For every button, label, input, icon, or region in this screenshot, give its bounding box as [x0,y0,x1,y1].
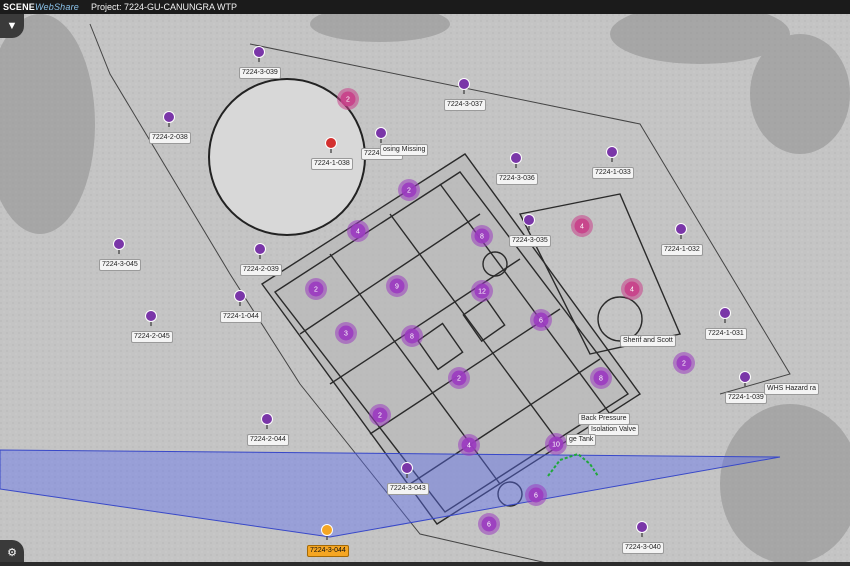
cluster-marker[interactable]: 8 [401,325,423,347]
annotation-label[interactable]: Sherif and Scott [620,335,676,347]
pin-label[interactable]: 7224-1-039 [725,392,767,404]
cluster-count: 6 [534,493,538,500]
pin-label[interactable]: 7224-3-035 [509,235,551,247]
cluster-count: 9 [395,284,399,291]
pin-label[interactable]: 7224-1-033 [592,167,634,179]
cluster-count: 10 [552,442,560,449]
pin-label[interactable]: 7224-2-045 [131,331,173,343]
annotation-label[interactable]: WHS Hazard ra [764,383,820,395]
cluster-count: 6 [487,522,491,529]
pin-label[interactable]: 7224-3-045 [99,259,141,271]
cluster-marker[interactable]: 8 [590,367,612,389]
cluster-count: 3 [344,331,348,338]
cluster-count: 12 [478,289,486,296]
title-bar: SCENEWebShare Project: 7224-GU-CANUNGRA … [0,0,850,14]
cluster-count: 4 [580,224,584,231]
pin-label[interactable]: 7224-2-044 [247,434,289,446]
cluster-marker[interactable]: 6 [478,513,500,535]
pin-label[interactable]: 7224-1-032 [661,244,703,256]
filter-button[interactable]: ▼ [0,14,24,38]
pin-label[interactable]: 7224-2-038 [149,132,191,144]
cluster-marker[interactable]: 8 [471,225,493,247]
pin-label[interactable]: 7224-3-044 [307,545,349,557]
cluster-marker[interactable]: 9 [386,275,408,297]
pin-label[interactable]: 7224-3-039 [239,67,281,79]
cluster-count: 2 [314,287,318,294]
cluster-count: 2 [457,376,461,383]
cluster-count: 2 [407,188,411,195]
cluster-marker[interactable]: 4 [347,220,369,242]
annotation-label[interactable]: osing Missing [380,144,429,156]
cluster-marker[interactable]: 3 [335,322,357,344]
bottom-toolbar [0,562,850,566]
cluster-marker[interactable]: 2 [305,278,327,300]
cluster-count: 4 [467,443,471,450]
cluster-marker[interactable]: 2 [398,179,420,201]
pin-label[interactable]: 7224-2-039 [240,264,282,276]
cluster-marker[interactable]: 2 [369,404,391,426]
cluster-count: 4 [356,229,360,236]
cluster-marker[interactable]: 6 [525,484,547,506]
cluster-count: 2 [682,361,686,368]
cluster-count: 8 [599,376,603,383]
cluster-count: 2 [378,413,382,420]
cluster-marker[interactable]: 4 [458,434,480,456]
cluster-marker[interactable]: 4 [621,278,643,300]
cluster-count: 4 [630,287,634,294]
cluster-marker[interactable]: 2 [448,367,470,389]
cluster-marker[interactable]: 2 [673,352,695,374]
app-logo: SCENEWebShare [3,2,79,12]
pin-label[interactable]: 7224-1-038 [311,158,353,170]
cluster-marker[interactable]: 12 [471,280,493,302]
cluster-count: 8 [410,334,414,341]
cluster-count: 8 [480,234,484,241]
settings-button[interactable]: ⚙ [0,540,24,564]
pin-label[interactable]: 7224-1-031 [705,328,747,340]
cluster-marker[interactable]: 6 [530,309,552,331]
cluster-count: 6 [539,318,543,325]
project-title: Project: 7224-GU-CANUNGRA WTP [90,2,238,12]
pin-label[interactable]: 7224-3-043 [387,483,429,495]
pin-label[interactable]: 7224-3-036 [496,173,538,185]
annotation-label[interactable]: ge Tank [566,434,597,446]
cluster-marker[interactable]: 10 [545,433,567,455]
cluster-marker[interactable]: 4 [571,215,593,237]
pin-label[interactable]: 7224-3-037 [444,99,486,111]
pin-label[interactable]: 7224-3-040 [622,542,664,554]
gear-icon: ⚙ [7,546,17,559]
pin-label[interactable]: 7224-1-044 [220,311,262,323]
filter-icon: ▼ [6,20,18,32]
cluster-count: 2 [346,97,350,104]
cluster-marker[interactable]: 2 [337,88,359,110]
